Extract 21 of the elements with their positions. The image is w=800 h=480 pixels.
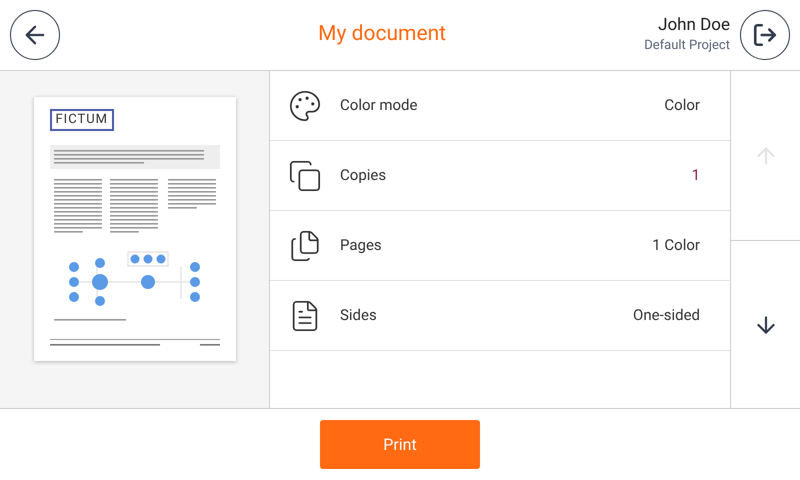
setting-value: Color [664,95,700,116]
setting-label: Copies [340,165,388,186]
setting-row[interactable]: Sides One-sided [270,281,730,351]
back-button[interactable] [10,10,60,60]
user-name: John Doe [658,14,730,36]
setting-value: One-sided [633,305,700,326]
setting-row[interactable]: Copies 1 [270,141,730,211]
setting-label: Pages [340,235,383,256]
setting-row[interactable]: Pages 1 Color [270,211,730,281]
project-name: Default Project [644,37,730,55]
logo: FICTUM [50,109,114,131]
exit-icon [752,22,778,48]
copies-icon [288,158,322,192]
logout-button[interactable] [740,10,790,60]
setting-value: 1 [692,165,700,186]
setting-label: Color mode [340,95,418,116]
setting-value: 1 Color [652,235,700,256]
setting-label: Sides [340,305,378,326]
palette-icon [288,88,322,122]
page-title: My document [318,21,446,48]
setting-row[interactable]: Color mode Color [270,71,730,141]
